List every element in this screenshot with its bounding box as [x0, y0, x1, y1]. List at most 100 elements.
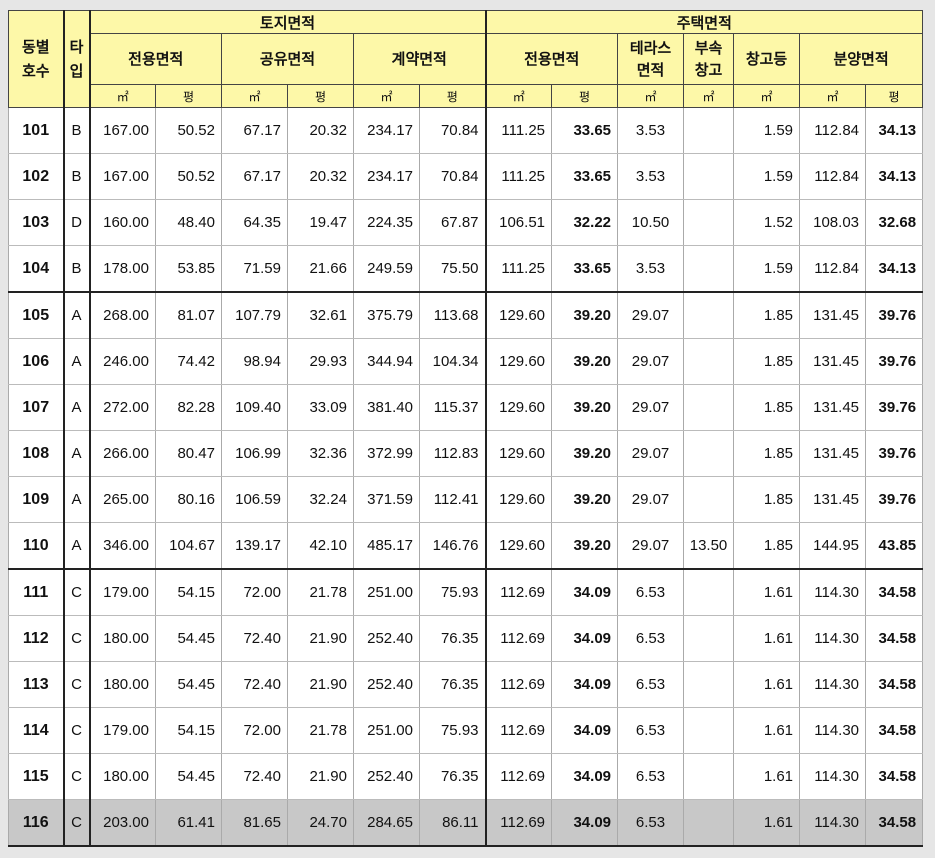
area-value-cell [683, 568, 735, 616]
area-value-cell: 234.17 [353, 107, 420, 154]
area-value-cell: 106.51 [485, 199, 553, 246]
unit-label: 평 [418, 84, 487, 108]
area-value-cell: 32.36 [287, 430, 354, 477]
area-value-cell: 178.00 [89, 245, 156, 293]
area-value-cell [683, 107, 735, 154]
unit-type-cell: C [63, 799, 91, 847]
area-value-cell: 6.53 [617, 799, 685, 847]
area-value-cell: 42.10 [287, 522, 354, 570]
area-value-cell: 114.30 [799, 615, 867, 662]
area-value-cell: 251.00 [353, 568, 420, 616]
table-row: 113 C 180.00 54.45 72.40 21.90 252.40 76.35 112.… [8, 661, 924, 708]
area-value-cell: 75.50 [418, 245, 487, 293]
header-house-exclusive: 전용면적 [485, 33, 619, 85]
area-value-cell: 112.83 [418, 430, 487, 477]
area-value-cell [683, 476, 735, 523]
area-value-cell: 6.53 [617, 568, 685, 616]
unit-type-cell: A [63, 384, 91, 431]
area-value-cell: 6.53 [617, 753, 685, 800]
area-value-cell [683, 245, 735, 293]
table-row: 112 C 180.00 54.45 72.40 21.90 252.40 76.35 112.… [8, 615, 924, 662]
area-value-cell: 111.25 [485, 107, 553, 154]
area-value-cell: 34.58 [865, 799, 924, 847]
area-value-cell: 67.17 [221, 153, 288, 200]
area-value-cell: 72.40 [221, 661, 288, 708]
area-value-cell: 39.20 [551, 291, 619, 339]
area-value-cell: 129.60 [485, 430, 553, 477]
area-value-cell: 70.84 [418, 107, 487, 154]
area-value-cell: 180.00 [89, 615, 156, 662]
area-value-cell: 48.40 [155, 199, 222, 246]
area-value-cell: 20.32 [287, 153, 354, 200]
area-value-cell: 34.09 [551, 753, 619, 800]
area-value-cell: 249.59 [353, 245, 420, 293]
area-value-cell: 6.53 [617, 615, 685, 662]
unit-number-cell: 104 [8, 245, 65, 293]
area-value-cell: 1.85 [733, 384, 801, 431]
area-value-cell: 344.94 [353, 338, 420, 385]
area-value-cell: 71.59 [221, 245, 288, 293]
area-value-cell: 1.61 [733, 615, 801, 662]
unit-number-cell: 106 [8, 338, 65, 385]
area-value-cell: 252.40 [353, 753, 420, 800]
unit-type-cell: C [63, 661, 91, 708]
area-value-cell: 111.25 [485, 245, 553, 293]
unit-row: ㎡ 평 ㎡ 평 ㎡ 평 ㎡ 평 ㎡ ㎡ ㎡ ㎡ 평 [9, 84, 924, 108]
area-value-cell: 284.65 [353, 799, 420, 847]
area-value-cell: 129.60 [485, 384, 553, 431]
area-value-cell: 1.85 [733, 291, 801, 339]
area-value-cell: 81.07 [155, 291, 222, 339]
area-value-cell: 265.00 [89, 476, 156, 523]
area-value-cell: 34.58 [865, 568, 924, 616]
area-value-cell: 34.13 [865, 153, 924, 200]
header-storage-etc: 창고등 [733, 33, 801, 85]
table-header: 동별 호수 타 입 토지면적 주택면적 전용면적 공유면적 계약면적 전용면적 … [8, 10, 924, 108]
area-value-cell: 39.76 [865, 476, 924, 523]
header-sale-area: 분양면적 [799, 33, 924, 85]
unit-label: 평 [551, 84, 619, 108]
area-value-cell: 29.93 [287, 338, 354, 385]
area-value-cell: 180.00 [89, 661, 156, 708]
unit-number-cell: 114 [8, 707, 65, 754]
area-value-cell: 39.20 [551, 522, 619, 570]
unit-number-cell: 110 [8, 522, 65, 570]
unit-number-cell: 116 [8, 799, 65, 847]
area-value-cell: 252.40 [353, 661, 420, 708]
area-value-cell: 1.85 [733, 476, 801, 523]
unit-label: ㎡ [733, 84, 801, 108]
area-value-cell: 76.35 [418, 615, 487, 662]
unit-label: ㎡ [799, 84, 867, 108]
area-value-cell: 203.00 [89, 799, 156, 847]
area-value-cell: 268.00 [89, 291, 156, 339]
unit-type-cell: A [63, 291, 91, 339]
area-value-cell [683, 338, 735, 385]
area-value-cell: 112.69 [485, 799, 553, 847]
area-value-cell: 114.30 [799, 661, 867, 708]
header-land-area: 토지면적 [88, 10, 487, 34]
unit-label: ㎡ [221, 84, 288, 108]
area-value-cell: 32.24 [287, 476, 354, 523]
area-value-cell [683, 753, 735, 800]
area-value-cell: 106.59 [221, 476, 288, 523]
area-value-cell: 72.40 [221, 615, 288, 662]
table-body: 101 B 167.00 50.52 67.17 20.32 234.17 70.84 111.… [8, 107, 924, 847]
area-value-cell: 179.00 [89, 568, 156, 616]
unit-number-cell: 103 [8, 199, 65, 246]
unit-number-cell: 109 [8, 476, 65, 523]
area-value-cell: 33.09 [287, 384, 354, 431]
area-value-cell: 21.90 [287, 753, 354, 800]
area-value-cell: 131.45 [799, 430, 867, 477]
area-value-cell: 104.67 [155, 522, 222, 570]
area-value-cell: 34.09 [551, 707, 619, 754]
area-value-cell: 81.65 [221, 799, 288, 847]
table-row: 101 B 167.00 50.52 67.17 20.32 234.17 70.84 111.… [8, 107, 924, 154]
area-value-cell: 34.09 [551, 799, 619, 847]
area-value-cell: 34.13 [865, 107, 924, 154]
area-value-cell: 72.00 [221, 707, 288, 754]
area-value-cell [683, 153, 735, 200]
area-value-cell: 1.61 [733, 707, 801, 754]
table-row: 103 D 160.00 48.40 64.35 19.47 224.35 67.87 106.… [8, 199, 924, 246]
area-value-cell: 167.00 [89, 153, 156, 200]
area-value-cell: 34.13 [865, 245, 924, 293]
area-value-cell: 34.58 [865, 753, 924, 800]
